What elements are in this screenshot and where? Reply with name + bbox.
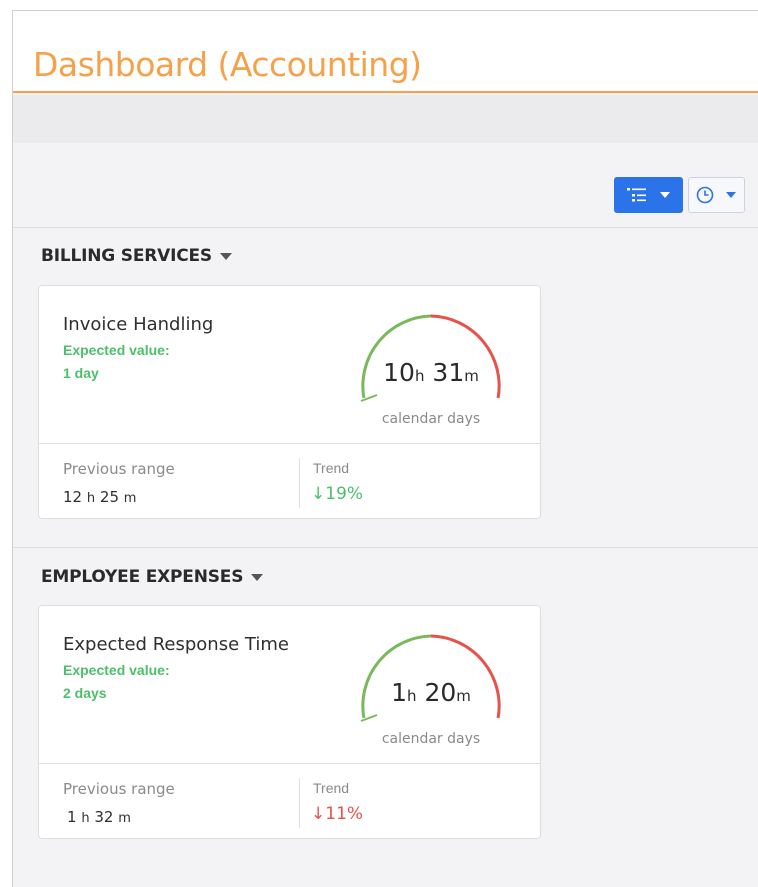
previous-range-label: Previous range (63, 460, 175, 478)
kpi-card[interactable]: Invoice Handling Expected value: 1 day 1… (38, 285, 541, 519)
card-title: Expected Response Time (63, 634, 289, 655)
trend-label: Trend (313, 780, 350, 796)
clock-icon (696, 186, 714, 204)
expected-value-label: Expected value: (63, 662, 170, 678)
card-vertical-divider (299, 458, 300, 508)
arrow-down-icon: ↓ (311, 484, 326, 504)
expected-value-label: Expected value: (63, 342, 170, 358)
card-divider (39, 443, 540, 444)
caret-down-icon (251, 573, 264, 581)
previous-range-value: 1 h 32 m (67, 808, 131, 826)
kpi-card[interactable]: Expected Response Time Expected value: 2… (38, 605, 541, 839)
chevron-down-icon (660, 192, 670, 198)
time-range-button[interactable] (688, 177, 745, 213)
arrow-down-icon: ↓ (311, 804, 326, 824)
list-tree-icon (627, 188, 646, 202)
expected-value: 1 day (63, 365, 99, 381)
sub-toolbar (13, 95, 758, 143)
view-options-button[interactable] (614, 177, 683, 213)
caret-down-icon (219, 252, 232, 260)
page-title: Dashboard (Accounting) (33, 45, 422, 84)
section-heading-label: BILLING SERVICES (41, 246, 212, 266)
chevron-down-icon (726, 192, 736, 198)
card-title: Invoice Handling (63, 314, 214, 335)
section-billing-services: BILLING SERVICES Invoice Handling Expect… (13, 228, 758, 548)
section-heading-toggle[interactable]: BILLING SERVICES (41, 246, 232, 266)
previous-range-value: 12 h 25 m (63, 488, 137, 506)
toolbar (13, 143, 758, 228)
trend-value: ↓19% (311, 484, 364, 504)
trend-label: Trend (313, 460, 350, 476)
card-divider (39, 763, 540, 764)
previous-range-label: Previous range (63, 780, 175, 798)
gauge-value: 1h 20m (391, 678, 471, 707)
section-employee-expenses: EMPLOYEE EXPENSES Expected Response Time… (13, 549, 758, 887)
gauge-unit-label: calendar days (381, 731, 481, 747)
card-vertical-divider (299, 778, 300, 828)
section-heading-label: EMPLOYEE EXPENSES (41, 567, 244, 587)
trend-value: ↓11% (311, 804, 364, 824)
gauge-value: 10h 31m (383, 358, 479, 387)
section-heading-toggle[interactable]: EMPLOYEE EXPENSES (41, 567, 264, 587)
expected-value: 2 days (63, 685, 107, 701)
gauge-unit-label: calendar days (381, 411, 481, 427)
page-header: Dashboard (Accounting) (13, 11, 758, 93)
dashboard-frame: Dashboard (Accounting) BILLING SERVICES … (12, 10, 758, 887)
